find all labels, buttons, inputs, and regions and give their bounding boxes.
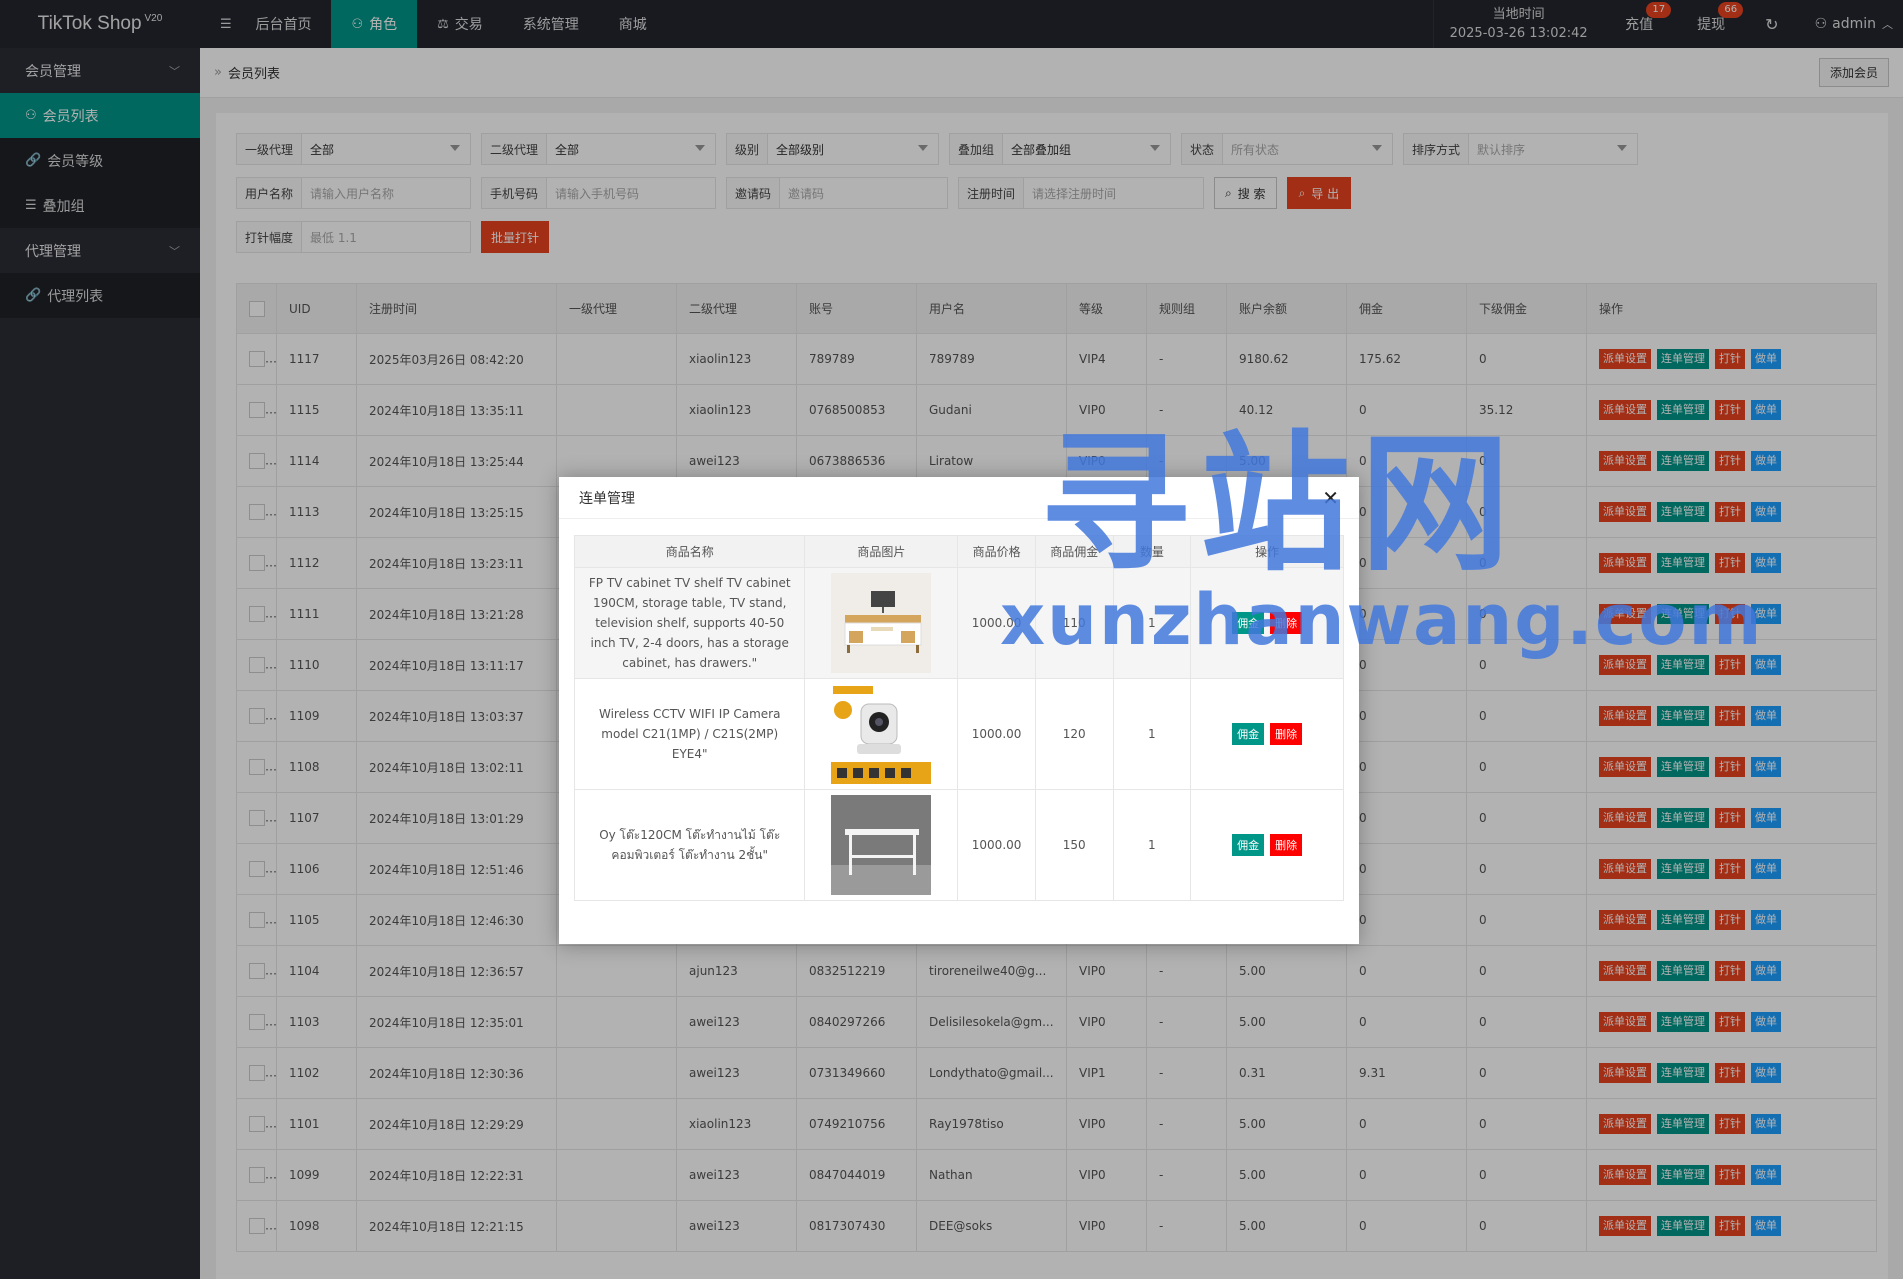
column-header: 商品价格 [957, 535, 1036, 568]
tv-cabinet-image [831, 573, 932, 673]
commission-cell: 120 [1034, 678, 1114, 790]
column-header: 商品名称 [573, 535, 806, 568]
product-name: Oy โต๊ะ120CM โต๊ะทำงานไม้ โต๊ะคอมพิวเตอร… [599, 828, 781, 862]
actions-cell: 佣金 删除 [1190, 678, 1344, 790]
price-cell: 1000.00 [957, 567, 1036, 679]
column-header: 商品图片 [804, 535, 959, 568]
commission-cell: 150 [1034, 789, 1114, 901]
qty-cell: 1 [1112, 678, 1192, 790]
commission-button[interactable]: 佣金 [1232, 612, 1265, 634]
delete-button[interactable]: 删除 [1270, 834, 1303, 856]
actions-cell: 佣金 删除 [1190, 567, 1344, 679]
product-image-cell [804, 678, 959, 790]
qty-cell: 1 [1112, 789, 1192, 901]
column-header: 数量 [1112, 535, 1192, 568]
column-header: 操作 [1190, 535, 1344, 568]
commission-button[interactable]: 佣金 [1232, 834, 1265, 856]
product-name-cell: FP TV cabinet TV shelf TV cabinet 190CM,… [573, 567, 806, 679]
product-image-cell [804, 789, 959, 901]
modal-body: 商品名称 商品图片 商品价格 商品佣金 数量 操作 FP TV cabinet … [573, 535, 1344, 901]
delete-button[interactable]: 删除 [1270, 612, 1303, 634]
product-table: 商品名称 商品图片 商品价格 商品佣金 数量 操作 FP TV cabinet … [573, 535, 1344, 901]
product-name: FP TV cabinet TV shelf TV cabinet 190CM,… [588, 576, 791, 670]
ip-camera-image [831, 684, 932, 784]
close-icon[interactable]: ✕ [1322, 486, 1339, 510]
price-cell: 1000.00 [957, 789, 1036, 901]
product-image-cell [804, 567, 959, 679]
product-name-cell: Oy โต๊ะ120CM โต๊ะทำงานไม้ โต๊ะคอมพิวเตอร… [573, 789, 806, 901]
table-header-row: 商品名称 商品图片 商品价格 商品佣金 数量 操作 [573, 535, 1344, 568]
qty-cell: 1 [1112, 567, 1192, 679]
price-cell: 1000.00 [957, 678, 1036, 790]
product-row: FP TV cabinet TV shelf TV cabinet 190CM,… [573, 567, 1344, 679]
delete-button[interactable]: 删除 [1270, 723, 1303, 745]
product-name: Wireless CCTV WIFI IP Camera model C21(1… [598, 707, 781, 761]
column-header: 商品佣金 [1034, 535, 1114, 568]
modal-title: 连单管理 [579, 490, 635, 507]
product-row: Oy โต๊ะ120CM โต๊ะทำงานไม้ โต๊ะคอมพิวเตอร… [573, 789, 1344, 901]
commission-cell: 110 [1034, 567, 1114, 679]
actions-cell: 佣金 删除 [1190, 789, 1344, 901]
chain-order-modal: 连单管理 ✕ 商品名称 商品图片 商品价格 商品佣金 数量 操作 FP TV c… [559, 477, 1359, 944]
product-row: Wireless CCTV WIFI IP Camera model C21(1… [573, 678, 1344, 790]
commission-button[interactable]: 佣金 [1232, 723, 1265, 745]
white-desk-image [831, 795, 932, 895]
product-name-cell: Wireless CCTV WIFI IP Camera model C21(1… [573, 678, 806, 790]
modal-header: 连单管理 ✕ [559, 477, 1359, 519]
